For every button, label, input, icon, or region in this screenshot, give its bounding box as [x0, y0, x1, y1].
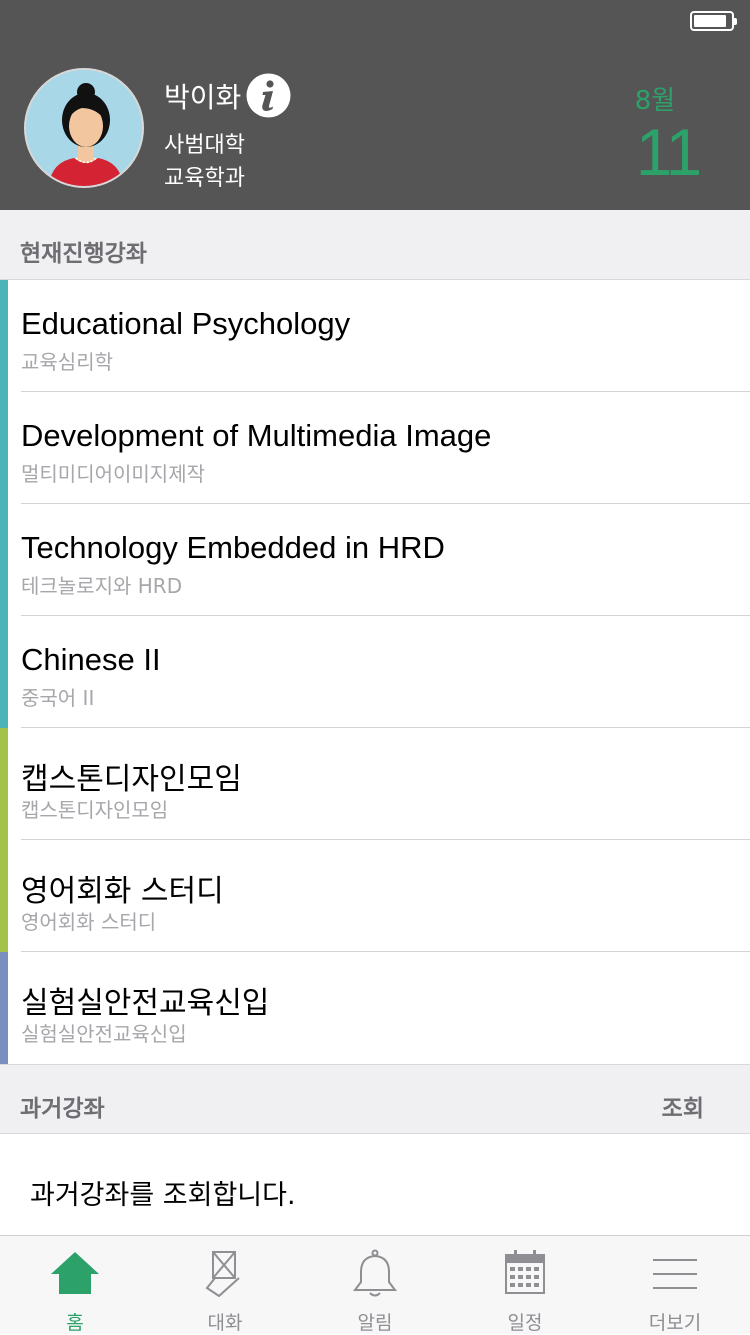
tab-label: 더보기 — [648, 1312, 702, 1334]
course-color-bar — [0, 728, 8, 840]
course-subtitle: 교육심리학 — [21, 350, 113, 374]
course-color-bar — [0, 840, 8, 952]
course-name: 캡스톤디자인모임 — [21, 762, 242, 797]
menu-icon — [653, 1259, 697, 1289]
tab-label: 일정 — [507, 1312, 543, 1334]
course-name: 영어회화 스터디 — [21, 874, 224, 909]
course-item[interactable]: Educational Psychology 교육심리학 — [0, 280, 750, 392]
course-subtitle: 멀티미디어이미지제작 — [21, 462, 205, 486]
current-courses-header: 현재진행강좌 — [0, 210, 750, 280]
course-item[interactable]: 캡스톤디자인모임 캡스톤디자인모임 — [0, 728, 750, 840]
profile-college: 사범대학 — [164, 133, 245, 158]
section-title: 현재진행강좌 — [20, 241, 147, 267]
course-name: Educational Psychology — [21, 306, 351, 341]
course-name: Technology Embedded in HRD — [21, 530, 445, 565]
home-icon — [51, 1252, 99, 1294]
course-color-bar — [0, 616, 8, 728]
course-color-bar — [0, 504, 8, 616]
bell-icon — [353, 1249, 397, 1297]
calendar-icon — [505, 1250, 545, 1294]
course-item[interactable]: 영어회화 스터디 영어회화 스터디 — [0, 840, 750, 952]
tab-chat[interactable]: 대화 — [150, 1236, 300, 1335]
past-courses-body[interactable]: 과거강좌를 조회합니다. — [0, 1135, 750, 1235]
course-item[interactable]: Chinese II 중국어 II — [0, 616, 750, 728]
avatar-image — [26, 70, 142, 186]
course-name: Chinese II — [21, 642, 161, 677]
tab-home[interactable]: 홈 — [0, 1236, 150, 1335]
course-subtitle: 영어회화 스터디 — [21, 910, 157, 934]
tab-bar: 홈 대화 알림 일정 더보기 — [0, 1235, 750, 1334]
date-day: 11 — [635, 115, 703, 189]
avatar[interactable] — [24, 68, 144, 188]
tab-label: 알림 — [357, 1312, 393, 1334]
past-courses-text: 과거강좌를 조회합니다. — [30, 1180, 296, 1211]
course-color-bar — [0, 392, 8, 504]
course-subtitle: 캡스톤디자인모임 — [21, 798, 169, 822]
tab-label: 홈 — [66, 1312, 84, 1334]
course-name: Development of Multimedia Image — [21, 418, 492, 453]
profile-department: 교육학과 — [164, 166, 245, 191]
course-color-bar — [0, 280, 8, 392]
date-month: 8월 — [634, 86, 676, 116]
course-item[interactable]: Development of Multimedia Image 멀티미디어이미지… — [0, 392, 750, 504]
profile-name: 박이화 — [164, 81, 242, 114]
lookup-button[interactable]: 조회 — [662, 1089, 704, 1123]
tab-alerts[interactable]: 알림 — [300, 1236, 450, 1335]
tab-schedule[interactable]: 일정 — [450, 1236, 600, 1335]
course-list: Educational Psychology 교육심리학 Development… — [0, 280, 750, 1064]
section-title: 과거강좌 — [20, 1096, 105, 1122]
course-subtitle: 실험실안전교육신입 — [21, 1022, 187, 1046]
course-subtitle: 테크놀로지와 HRD — [21, 574, 183, 598]
profile-header: 박이화 사범대학 교육학과 8월 11 — [0, 0, 750, 210]
course-item[interactable]: Technology Embedded in HRD 테크놀로지와 HRD — [0, 504, 750, 616]
info-icon[interactable] — [246, 73, 291, 118]
battery-icon — [690, 11, 737, 31]
course-name: 실험실안전교육신입 — [21, 986, 270, 1021]
chat-icon — [205, 1251, 240, 1298]
tab-more[interactable]: 더보기 — [600, 1236, 750, 1335]
past-courses-header: 과거강좌 조회 — [0, 1064, 750, 1134]
course-subtitle: 중국어 II — [21, 686, 95, 710]
course-item[interactable]: 실험실안전교육신입 실험실안전교육신입 — [0, 952, 750, 1064]
course-color-bar — [0, 952, 8, 1064]
tab-label: 대화 — [207, 1312, 243, 1334]
